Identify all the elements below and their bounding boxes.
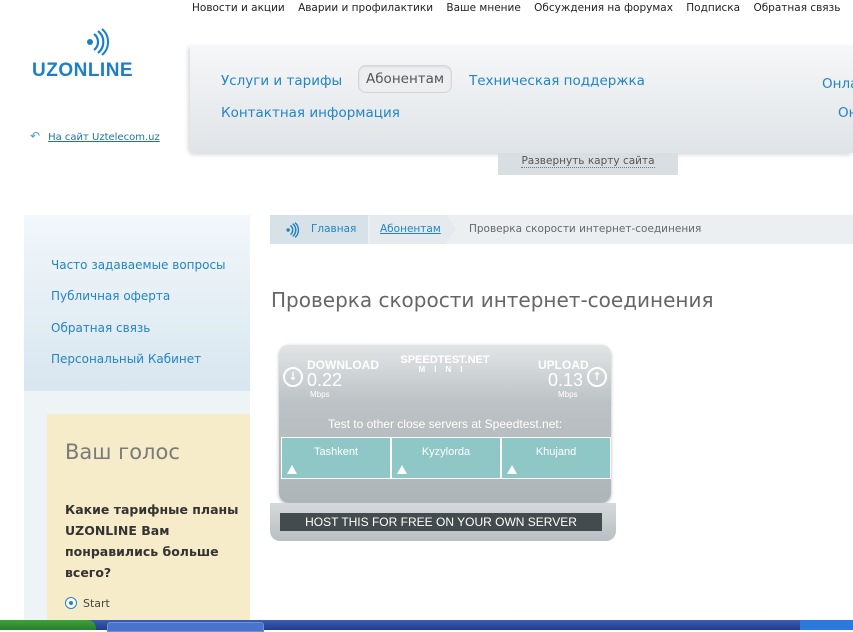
download-value: 0.22: [307, 370, 343, 390]
server-label: Kyzylorda: [421, 446, 471, 458]
poll-title: Ваш голос: [65, 440, 180, 464]
speedtest-brand: SPEEDTEST.NET MINI: [391, 355, 499, 375]
speedtest-body: ↓ DOWNLOAD 0.22 Mbps SPEEDTEST.NET MINI …: [279, 345, 611, 503]
top-link-news[interactable]: Новости и акции: [192, 2, 285, 14]
triangle-icon: [287, 465, 297, 474]
top-link-opinion[interactable]: Ваше мнение: [446, 2, 520, 14]
sitemap-label: Развернуть карту сайта: [521, 155, 655, 168]
upload-value: 0.13: [548, 370, 584, 390]
expand-sitemap-button[interactable]: Развернуть карту сайта: [498, 153, 678, 175]
taskbar: [0, 620, 853, 632]
top-link-feedback[interactable]: Обратная связь: [753, 2, 840, 14]
page-title: Проверка скорости интернет-соединения: [271, 288, 714, 312]
left-menu-cabinet[interactable]: Персональный Кабинет: [51, 352, 201, 366]
poll-panel: Ваш голос Какие тарифные планы UZONLINE …: [47, 414, 250, 620]
poll-option-label: Start: [83, 597, 110, 610]
speedtest-header: ↓ DOWNLOAD 0.22 Mbps SPEEDTEST.NET MINI …: [279, 345, 611, 403]
server-label: Khujand: [535, 446, 577, 458]
speedtest-servers-caption: Test to other close servers at Speedtest…: [327, 417, 563, 431]
server-kyzylorda[interactable]: Kyzylorda: [392, 438, 502, 478]
nav-support[interactable]: Техническая поддержка: [469, 73, 645, 89]
download-arrow-icon: ↓: [283, 367, 303, 387]
server-list: Tashkent Kyzylorda Khujand: [281, 437, 611, 479]
left-menu-feedback[interactable]: Обратная связь: [51, 321, 150, 335]
left-menu-faq[interactable]: Часто задаваемые вопросы: [51, 258, 226, 272]
nav-right-item-1[interactable]: Онла: [822, 76, 853, 92]
poll-question: Какие тарифные планы UZONLINE Вам понрав…: [65, 502, 239, 580]
nav-subscribers[interactable]: Абонентам: [358, 65, 453, 93]
taskbar-window-item[interactable]: [107, 622, 264, 632]
main-nav: Услуги и тарифы Абонентам Техническая по…: [190, 45, 853, 153]
nav-services[interactable]: Услуги и тарифы: [221, 73, 342, 89]
top-link-subscribe[interactable]: Подписка: [686, 2, 740, 14]
server-label: Tashkent: [313, 446, 359, 458]
nav-right-item-2[interactable]: Он: [838, 105, 853, 121]
download-unit: Mbps: [310, 390, 330, 399]
breadcrumb-subscribers-label: Абонентам: [380, 223, 441, 235]
server-khujand[interactable]: Khujand: [502, 438, 610, 478]
breadcrumb-home-label: Главная: [311, 223, 357, 235]
logo[interactable]: UZONLINE: [32, 28, 162, 88]
left-menu: Часто задаваемые вопросы Публичная оферт…: [24, 215, 250, 391]
back-arrow-icon: ↶: [30, 129, 41, 143]
poll-option-start[interactable]: Start: [65, 597, 110, 610]
back-to-uztelecom-link[interactable]: ↶ На сайт Uztelecom.uz: [30, 129, 160, 143]
back-link-label: На сайт Uztelecom.uz: [48, 132, 160, 143]
top-link-forums[interactable]: Обсуждения на форумах: [534, 2, 673, 14]
breadcrumb-subscribers[interactable]: Абонентам: [370, 215, 446, 244]
nav-contacts[interactable]: Контактная информация: [221, 105, 400, 121]
left-menu-offer[interactable]: Публичная оферта: [51, 289, 170, 303]
upload-arrow-icon: ↑: [587, 367, 607, 387]
system-tray: [800, 620, 853, 630]
triangle-icon: [507, 465, 517, 474]
top-link-outages[interactable]: Аварии и профилактики: [298, 2, 433, 14]
breadcrumb-home[interactable]: Главная: [270, 215, 368, 244]
triangle-icon: [397, 465, 407, 474]
home-waves-icon: [286, 222, 300, 238]
breadcrumb-current: Проверка скорости интернет-соединения: [469, 223, 702, 235]
speedtest-base: HOST THIS FOR FREE ON YOUR OWN SERVER: [270, 503, 616, 541]
speedtest-brand-sub: MINI: [418, 365, 472, 374]
breadcrumb: Главная Абонентам Проверка скорости инте…: [270, 215, 853, 244]
breadcrumb-separator: [446, 215, 456, 243]
radio-selected-icon[interactable]: [65, 597, 77, 609]
speedtest-brand-name: SPEEDTEST.NET: [400, 354, 490, 366]
logo-text: UZONLINE: [32, 60, 134, 81]
host-for-free-button[interactable]: HOST THIS FOR FREE ON YOUR OWN SERVER: [280, 513, 602, 531]
server-tashkent[interactable]: Tashkent: [282, 438, 392, 478]
top-links: Новости и акции Аварии и профилактики Ва…: [192, 2, 850, 14]
logo-waves-icon: [87, 28, 109, 56]
speedtest-widget: ↓ DOWNLOAD 0.22 Mbps SPEEDTEST.NET MINI …: [270, 345, 616, 541]
upload-unit: Mbps: [558, 390, 578, 399]
start-button[interactable]: [0, 620, 96, 630]
